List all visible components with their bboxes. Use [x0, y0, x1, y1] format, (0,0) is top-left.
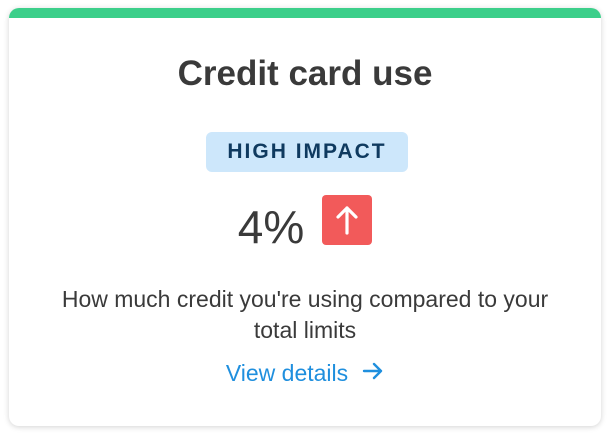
- utilization-value: 4%: [237, 201, 305, 253]
- view-details-link[interactable]: View details: [9, 360, 601, 387]
- card-title: Credit card use: [177, 54, 433, 93]
- accent-bar: [9, 8, 601, 18]
- credit-card-use-card: Credit card use HIGH IMPACT 4% How much …: [9, 8, 601, 426]
- arrow-right-icon: [362, 360, 384, 387]
- view-details-label: View details: [225, 360, 349, 386]
- card-description: How much credit you're using compared to…: [61, 286, 549, 343]
- impact-badge: HIGH IMPACT: [206, 132, 408, 172]
- value-row: 4%: [9, 195, 601, 254]
- arrow-up-icon: [322, 195, 373, 245]
